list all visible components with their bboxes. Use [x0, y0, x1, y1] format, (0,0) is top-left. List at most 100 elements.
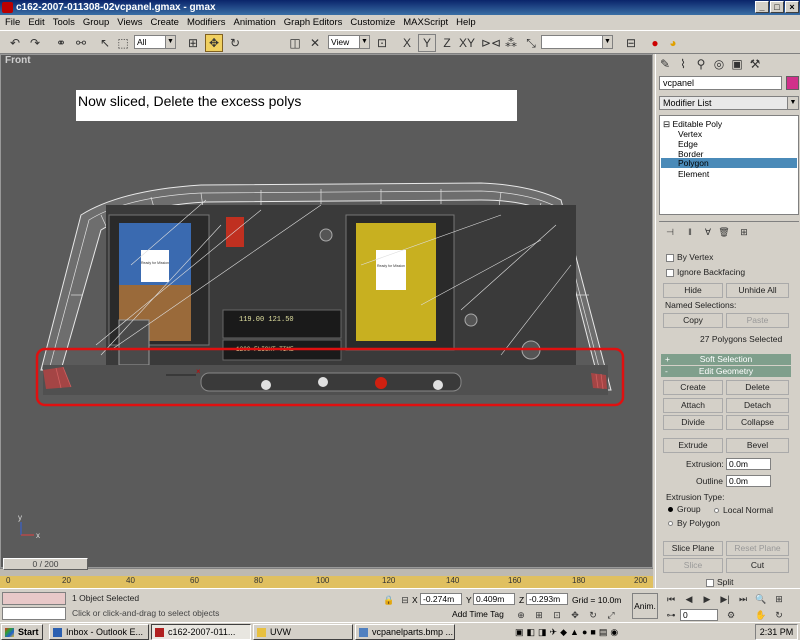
collapse-button[interactable]: Collapse	[726, 415, 789, 430]
tray-app-icon[interactable]: ✈	[550, 627, 558, 638]
utilities-tab-icon[interactable]: ⚒	[746, 55, 764, 73]
array-icon[interactable]: ⁂	[502, 34, 520, 52]
slice-button[interactable]: Slice	[663, 558, 723, 573]
delete-button[interactable]: Delete	[726, 380, 789, 395]
timeline-ruler[interactable]: 0 20 40 60 80 100 120 140 160 180 200	[0, 576, 653, 588]
local-normal-radio[interactable]: Local Normal	[714, 505, 773, 515]
link-icon[interactable]: ⚭	[52, 34, 70, 52]
extrusion-spinner[interactable]: 0.0m	[726, 458, 771, 470]
stack-item-edge[interactable]: Edge	[678, 139, 698, 149]
named-selection-dropdown[interactable]: ▼	[541, 35, 613, 49]
select-by-name-icon[interactable]: ⊞	[184, 34, 202, 52]
align-icon[interactable]: ⤡	[522, 34, 540, 52]
menu-tools[interactable]: Tools	[50, 15, 80, 30]
menu-animation[interactable]: Animation	[231, 15, 281, 30]
split-checkbox[interactable]: Split	[706, 577, 734, 587]
outline-spinner[interactable]: 0.0m	[726, 475, 771, 487]
task-vcpanelparts[interactable]: vcpanelparts.bmp ...	[355, 624, 455, 640]
title-bar[interactable]: c162-2007-011308-02vcpanel.gmax - gmax _…	[0, 0, 800, 15]
soft-selection-rollout[interactable]: + Soft Selection	[661, 354, 791, 365]
restrict-y-icon[interactable]: Y	[418, 34, 436, 52]
front-viewport[interactable]: Front Now sliced, Delete the excess poly…	[0, 54, 653, 568]
slice-plane-button[interactable]: Slice Plane	[663, 541, 723, 556]
stack-item-element[interactable]: Element	[678, 169, 709, 179]
redo-icon[interactable]: ↷	[26, 34, 44, 52]
menu-create[interactable]: Create	[147, 15, 184, 30]
task-gmax[interactable]: c162-2007-011...	[151, 624, 251, 640]
configure-sets-icon[interactable]: ⊞	[735, 223, 753, 241]
tray-app-icon[interactable]: ▣	[515, 627, 524, 638]
tray-app-icon[interactable]: ●	[582, 627, 587, 637]
tray-app-icon[interactable]: ▲	[570, 627, 579, 637]
tray-app-icon[interactable]: ■	[590, 627, 595, 637]
current-frame-field[interactable]: 0	[680, 609, 718, 621]
copy-button[interactable]: Copy	[663, 313, 723, 328]
extrude-button[interactable]: Extrude	[663, 438, 723, 453]
start-button[interactable]: Start	[1, 624, 43, 640]
material-editor-icon[interactable]: ●	[646, 34, 664, 52]
tray-app-icon[interactable]: ◨	[538, 627, 547, 638]
move-icon[interactable]: ✥	[205, 34, 223, 52]
uniform-scale-icon[interactable]: ✕	[306, 34, 324, 52]
select-object-icon[interactable]: ↖	[96, 34, 114, 52]
edit-geometry-rollout[interactable]: - Edit Geometry	[661, 366, 791, 377]
time-slider-track[interactable]	[0, 568, 653, 576]
pivot-center-icon[interactable]: ⊡	[373, 34, 391, 52]
create-button[interactable]: Create	[663, 380, 723, 395]
maxscript-listener-field[interactable]	[2, 592, 66, 605]
create-tab-icon[interactable]: ✎	[656, 55, 674, 73]
time-slider-thumb[interactable]: 0 / 200	[3, 558, 88, 570]
close-button[interactable]: ×	[785, 1, 799, 13]
motion-tab-icon[interactable]: ◎	[710, 55, 728, 73]
menu-edit[interactable]: Edit	[25, 15, 49, 30]
z-coord-field[interactable]: -0.293m	[526, 593, 568, 605]
selection-filter-dropdown[interactable]: All ▼	[134, 35, 176, 49]
rotate-icon[interactable]: ↻	[226, 34, 244, 52]
undo-icon[interactable]: ↶	[6, 34, 24, 52]
animate-button[interactable]: Anim.	[632, 593, 658, 619]
menu-file[interactable]: File	[2, 15, 25, 30]
modify-tab-icon[interactable]: ⌇	[674, 55, 692, 73]
play-icon[interactable]: ▶	[698, 590, 716, 608]
maximize-button[interactable]: □	[770, 1, 784, 13]
pin-stack-icon[interactable]: ⊣	[661, 223, 679, 241]
mirror-icon[interactable]: ⊳⊲	[481, 34, 501, 52]
render-icon[interactable]: ◕	[664, 34, 682, 52]
minimize-button[interactable]: _	[755, 1, 769, 13]
bevel-button[interactable]: Bevel	[726, 438, 789, 453]
restrict-x-icon[interactable]: X	[398, 34, 416, 52]
by-vertex-checkbox[interactable]: By Vertex	[666, 252, 713, 262]
divide-button[interactable]: Divide	[663, 415, 723, 430]
hide-button[interactable]: Hide	[663, 283, 723, 298]
by-polygon-radio[interactable]: By Polygon	[668, 518, 720, 528]
menu-modifiers[interactable]: Modifiers	[184, 15, 231, 30]
task-outlook[interactable]: Inbox - Outlook E...	[49, 624, 149, 640]
menu-graph-editors[interactable]: Graph Editors	[281, 15, 348, 30]
y-coord-field[interactable]: 0.409m	[473, 593, 515, 605]
tray-app-icon[interactable]: ◆	[560, 627, 567, 638]
maxscript-input-field[interactable]	[2, 607, 66, 620]
schematic-icon[interactable]: ⊟	[622, 34, 640, 52]
group-radio[interactable]: Group	[668, 504, 701, 514]
tray-app-icon[interactable]: ▤	[599, 627, 608, 638]
x-coord-field[interactable]: -0.274m	[420, 593, 462, 605]
restrict-xy-icon[interactable]: XY	[458, 34, 476, 52]
menu-views[interactable]: Views	[114, 15, 147, 30]
unhide-all-button[interactable]: Unhide All	[726, 283, 789, 298]
restrict-z-icon[interactable]: Z	[438, 34, 456, 52]
stack-item-vertex[interactable]: Vertex	[678, 129, 702, 139]
task-uvw[interactable]: UVW	[253, 624, 353, 640]
select-region-icon[interactable]: ⬚	[114, 34, 132, 52]
modifier-list-dropdown[interactable]: Modifier List ▼	[659, 96, 799, 110]
reference-coord-dropdown[interactable]: View ▼	[328, 35, 370, 49]
system-clock[interactable]: 2:31 PM	[755, 624, 798, 640]
prev-frame-icon[interactable]: ◀	[680, 590, 698, 608]
detach-button[interactable]: Detach	[726, 398, 789, 413]
menu-group[interactable]: Group	[80, 15, 114, 30]
scale-icon[interactable]: ◫	[286, 34, 304, 52]
show-end-result-icon[interactable]: ‖	[681, 223, 699, 241]
object-color-swatch[interactable]	[786, 76, 799, 90]
stack-item-polygon[interactable]: Polygon	[661, 158, 797, 168]
add-time-tag-button[interactable]: Add Time Tag	[452, 609, 504, 619]
unlink-icon[interactable]: ⚯	[72, 34, 90, 52]
